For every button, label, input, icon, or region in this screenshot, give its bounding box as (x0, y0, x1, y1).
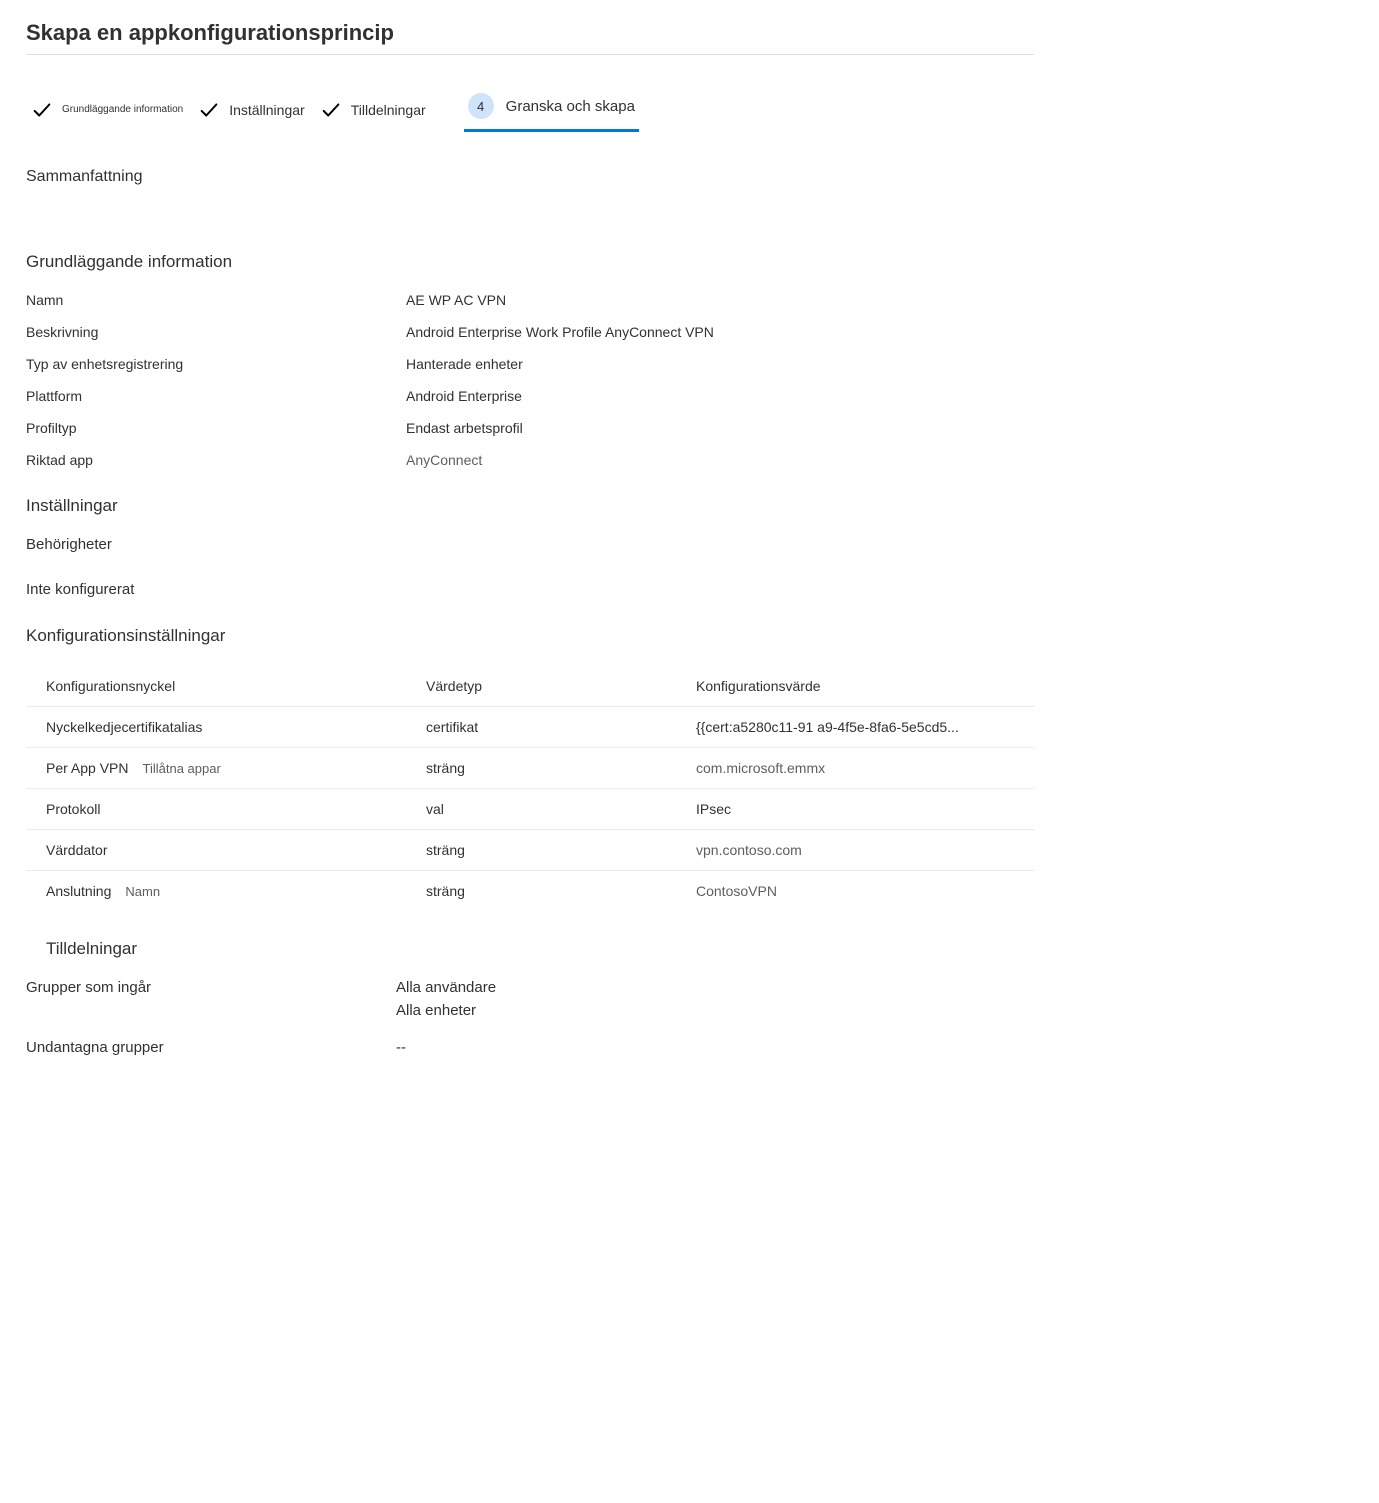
check-icon (28, 96, 56, 124)
config-key-sub: Tillåtna appar (143, 761, 221, 776)
step-review-create[interactable]: 4 Granska och skapa (464, 87, 639, 132)
kv-row-description: Beskrivning Android Enterprise Work Prof… (26, 324, 1034, 340)
config-key: Per App VPN (46, 760, 129, 776)
config-heading: Konfigurationsinställningar (26, 626, 1034, 646)
basics-heading: Grundläggande information (26, 252, 1034, 272)
config-key-sub: Namn (125, 884, 160, 899)
config-key: Värddator (46, 842, 107, 858)
config-value: {{cert:a5280c11-91 a9-4f5e-8fa6-5e5cd5..… (696, 719, 1014, 735)
page-title: Skapa en appkonfigurationsprincip (26, 20, 1034, 46)
config-value: IPsec (696, 801, 1014, 817)
kv-value: Android Enterprise (406, 388, 522, 404)
config-value: vpn.contoso.com (696, 842, 1014, 858)
wizard-steps: Grundläggande information Inställningar … (26, 87, 1034, 132)
config-row: Protokoll val IPsec (26, 788, 1034, 829)
kv-row-platform: Plattform Android Enterprise (26, 388, 1034, 404)
step-settings[interactable]: Inställningar (193, 90, 307, 130)
config-type: certifikat (426, 719, 696, 735)
kv-value: AE WP AC VPN (406, 292, 506, 308)
config-type: val (426, 801, 696, 817)
config-value: com.microsoft.emmx (696, 760, 1014, 776)
col-header-type: Värdetyp (426, 678, 696, 694)
kv-row-enrollment-type: Typ av enhetsregistrering Hanterade enhe… (26, 356, 1034, 372)
excluded-groups-label: Undantagna grupper (26, 1039, 396, 1056)
not-configured-text: Inte konfigurerat (26, 581, 1034, 598)
config-type: sträng (426, 883, 696, 899)
included-groups-row: Grupper som ingår Alla användare Alla en… (26, 979, 1034, 1025)
kv-value: Hanterade enheter (406, 356, 523, 372)
step-label: Inställningar (229, 102, 305, 118)
excluded-groups-value: -- (396, 1039, 406, 1056)
kv-value: Android Enterprise Work Profile AnyConne… (406, 324, 714, 340)
settings-heading: Inställningar (26, 496, 1034, 516)
config-row: Nyckelkedjecertifikatalias certifikat {{… (26, 706, 1034, 747)
step-label: Granska och skapa (506, 98, 635, 115)
check-icon (317, 96, 345, 124)
config-row: Värddator sträng vpn.contoso.com (26, 829, 1034, 870)
config-row: Anslutning Namn sträng ContosoVPN (26, 870, 1034, 911)
kv-label: Riktad app (26, 452, 406, 468)
kv-label: Beskrivning (26, 324, 406, 340)
included-groups-values: Alla användare Alla enheter (396, 979, 496, 1025)
permissions-label: Behörigheter (26, 536, 1034, 553)
kv-row-name: Namn AE WP AC VPN (26, 292, 1034, 308)
step-assignments[interactable]: Tilldelningar (315, 90, 428, 130)
col-header-key: Konfigurationsnyckel (46, 678, 426, 694)
assignments-heading: Tilldelningar (46, 939, 1034, 959)
config-type: sträng (426, 842, 696, 858)
config-value: ContosoVPN (696, 883, 1014, 899)
config-row: Per App VPN Tillåtna appar sträng com.mi… (26, 747, 1034, 788)
summary-heading: Sammanfattning (26, 168, 1034, 186)
kv-value: AnyConnect (406, 452, 482, 468)
check-icon (195, 96, 223, 124)
step-basics[interactable]: Grundläggande information (26, 90, 185, 130)
config-key: Nyckelkedjecertifikatalias (46, 719, 202, 735)
kv-row-target-app: Riktad app AnyConnect (26, 452, 1034, 468)
config-key: Protokoll (46, 801, 100, 817)
kv-row-profile-type: Profiltyp Endast arbetsprofil (26, 420, 1034, 436)
step-label: Grundläggande information (62, 104, 183, 115)
kv-value: Endast arbetsprofil (406, 420, 523, 436)
included-group-value: Alla användare (396, 979, 496, 996)
step-label: Tilldelningar (351, 102, 426, 118)
included-groups-label: Grupper som ingår (26, 979, 396, 1025)
col-header-value: Konfigurationsvärde (696, 678, 1014, 694)
config-key: Anslutning (46, 883, 111, 899)
included-group-value: Alla enheter (396, 1002, 496, 1019)
title-divider (26, 54, 1034, 55)
kv-label: Namn (26, 292, 406, 308)
step-number-badge: 4 (468, 93, 494, 119)
config-type: sträng (426, 760, 696, 776)
excluded-groups-row: Undantagna grupper -- (26, 1039, 1034, 1056)
kv-label: Plattform (26, 388, 406, 404)
kv-label: Profiltyp (26, 420, 406, 436)
config-table: Konfigurationsnyckel Värdetyp Konfigurat… (26, 666, 1034, 911)
kv-label: Typ av enhetsregistrering (26, 356, 406, 372)
config-table-header: Konfigurationsnyckel Värdetyp Konfigurat… (26, 666, 1034, 706)
